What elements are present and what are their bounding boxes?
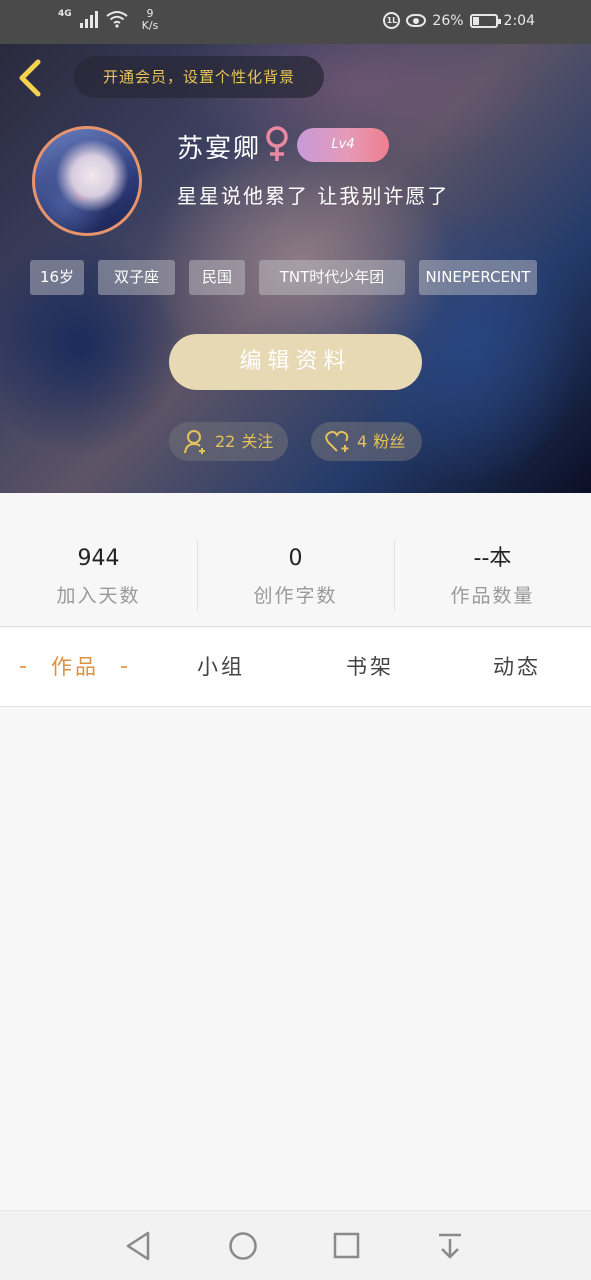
avatar[interactable]: [32, 126, 142, 236]
nav-home-button[interactable]: [226, 1229, 260, 1263]
tab-works[interactable]: 作品: [30, 628, 120, 707]
recents-icon: [333, 1232, 360, 1259]
stat-label: 加入天数: [56, 585, 141, 607]
back-button[interactable]: [14, 58, 50, 98]
stat-value: 944: [77, 546, 120, 571]
status-right: 1L 26% 2:04: [383, 12, 535, 29]
tag-zodiac: 双子座: [98, 260, 175, 295]
stat-value: 0: [288, 546, 303, 571]
system-navigation-bar: [0, 1210, 591, 1280]
stat-join-days: 944 加入天数: [0, 545, 197, 608]
signal-icon: [79, 10, 98, 28]
wifi-icon: [106, 10, 128, 32]
fans-button[interactable]: 4 粉丝: [311, 422, 422, 461]
active-tab-dash-left: [20, 666, 26, 668]
following-button[interactable]: 22 关注: [169, 422, 288, 461]
active-tab-dash-right: [121, 666, 127, 668]
nav-back-button[interactable]: [122, 1229, 156, 1263]
tag-group: NINEPERCENT: [419, 260, 537, 295]
tag-interest: 民国: [189, 260, 245, 295]
home-icon: [229, 1232, 257, 1260]
heart-plus-icon: [325, 430, 349, 452]
add-user-icon: [184, 429, 205, 454]
following-count: 22: [215, 432, 236, 451]
stats-panel: 944 加入天数 0 创作字数 --本 作品数量: [0, 493, 591, 627]
network-speed: 9 K/s: [142, 8, 159, 32]
stat-label: 创作字数: [253, 585, 338, 607]
profile-tabs: 作品 小组 书架 动态: [0, 628, 591, 707]
edit-profile-button[interactable]: 编辑资料: [169, 334, 422, 390]
stat-label: 作品数量: [450, 585, 535, 607]
nav-recents-button[interactable]: [330, 1229, 364, 1263]
network-type: 4G: [58, 9, 72, 19]
fans-label: 粉丝: [373, 432, 406, 451]
status-left: 4G 9 K/s: [58, 8, 159, 32]
battery-icon: [469, 13, 501, 28]
data-saver-icon: 1L: [383, 12, 401, 29]
tab-groups[interactable]: 小组: [176, 628, 266, 707]
level-badge: Lv4: [297, 128, 389, 162]
bio: 星星说他累了 让我别许愿了: [177, 184, 450, 208]
speed-unit: K/s: [141, 19, 159, 32]
stat-value: --本: [473, 546, 512, 571]
stat-word-count: 0 创作字数: [197, 545, 394, 608]
tag-age: 16岁: [30, 260, 84, 295]
stat-works-count: --本 作品数量: [394, 545, 591, 608]
profile-header: 开通会员，设置个性化背景 苏宴卿 Lv4 星星说他累了 让我别许愿了 16岁 双…: [0, 44, 591, 493]
following-label: 关注: [241, 432, 274, 451]
tag-fandom: TNT时代少年团: [259, 260, 405, 295]
clock: 2:04: [503, 12, 535, 29]
nav-notification-button[interactable]: [434, 1229, 468, 1263]
battery-percent: 26%: [432, 12, 464, 29]
eye-comfort-icon: [406, 14, 427, 27]
female-icon: [262, 124, 292, 164]
vip-background-banner[interactable]: 开通会员，设置个性化背景: [74, 56, 324, 98]
notification-drawer-icon: [439, 1233, 461, 1259]
works-list-empty: [0, 708, 591, 1210]
back-icon: [126, 1231, 150, 1261]
tab-activity[interactable]: 动态: [472, 628, 562, 707]
fans-count: 4: [357, 432, 368, 451]
tab-bookshelf[interactable]: 书架: [325, 628, 415, 707]
status-bar: 4G 9 K/s 1L 26% 2:04: [0, 0, 591, 44]
username: 苏宴卿: [177, 134, 262, 164]
chevron-left-icon: [19, 59, 41, 97]
